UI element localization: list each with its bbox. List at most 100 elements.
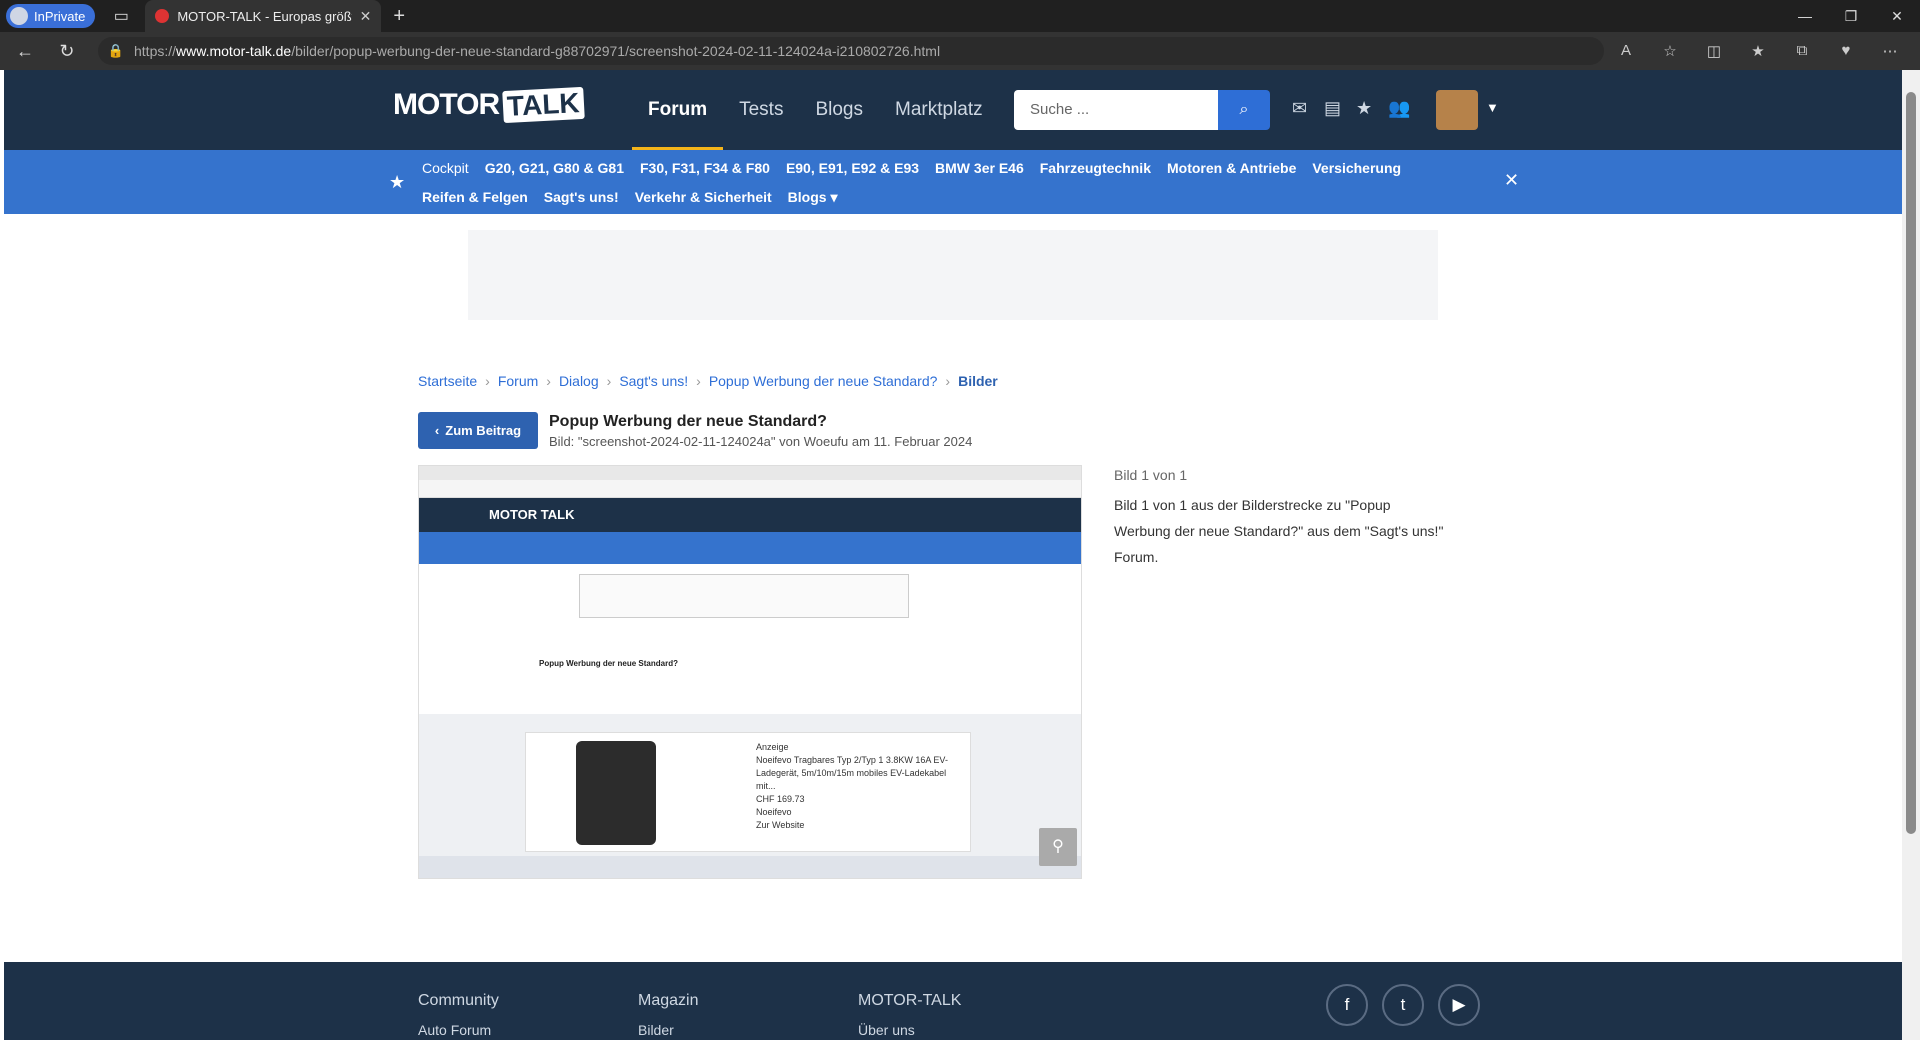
preview-banner-ad bbox=[579, 574, 909, 618]
subnav-item[interactable]: G20, G21, G80 & G81 bbox=[485, 154, 624, 183]
footer-link[interactable]: Über uns bbox=[858, 1022, 915, 1038]
subnav-item[interactable]: Motoren & Antriebe bbox=[1167, 154, 1296, 183]
image-description: Bild 1 von 1 aus der Bilderstrecke zu "P… bbox=[1114, 497, 1444, 565]
preview-logo: MOTOR TALK bbox=[489, 507, 575, 522]
user-avatar[interactable] bbox=[1436, 90, 1478, 130]
page-subtitle: Bild: "screenshot-2024-02-11-124024a" vo… bbox=[549, 434, 973, 449]
back-to-post-button[interactable]: ‹ Zum Beitrag bbox=[418, 412, 538, 449]
breadcrumb-item[interactable]: Sagt's uns! bbox=[619, 373, 688, 389]
site-header: MOTOR TALK Forum Tests Blogs Marktplatz S… bbox=[4, 70, 1902, 150]
breadcrumb-item[interactable]: Startseite bbox=[418, 373, 477, 389]
subnav-item-cockpit[interactable]: Cockpit bbox=[422, 154, 469, 183]
scrollbar-thumb[interactable] bbox=[1906, 92, 1916, 834]
back-icon[interactable]: ← bbox=[8, 41, 42, 62]
preview-tabbar bbox=[419, 466, 1081, 480]
footer-link[interactable]: Auto Forum bbox=[418, 1022, 491, 1038]
user-menu-chevron-icon[interactable]: ▼ bbox=[1486, 100, 1499, 115]
notifications-star-icon[interactable]: ★ bbox=[1356, 98, 1374, 119]
breadcrumb-separator: › bbox=[696, 373, 701, 389]
footer-col-magazin: Magazin Bilder bbox=[638, 992, 698, 1038]
url-path: /bilder/popup-werbung-der-neue-standard-… bbox=[291, 43, 941, 59]
preview-taskbar bbox=[419, 856, 1081, 878]
url-field[interactable]: 🔒 https://www.motor-talk.de/bilder/popup-… bbox=[97, 37, 1604, 65]
nav-blogs[interactable]: Blogs bbox=[799, 70, 879, 150]
search-input[interactable]: Suche ... bbox=[1014, 90, 1218, 130]
favorites-icon[interactable]: ★ bbox=[1736, 42, 1780, 60]
read-aloud-icon[interactable]: A bbox=[1604, 42, 1648, 60]
breadcrumb: Startseite › Forum › Dialog › Sagt's uns! › … bbox=[418, 373, 998, 389]
site-footer: Community Auto Forum Magazin Bilder MOTOR-… bbox=[4, 962, 1902, 1040]
tab-actions-icon[interactable]: ▭ bbox=[111, 6, 131, 26]
breadcrumb-item[interactable]: Popup Werbung der neue Standard? bbox=[709, 373, 938, 389]
lock-icon[interactable]: 🔒 bbox=[108, 43, 124, 59]
image-counter: Bild 1 von 1 bbox=[1114, 467, 1188, 483]
chevron-left-icon: ‹ bbox=[434, 423, 440, 438]
minimize-icon[interactable]: — bbox=[1782, 0, 1828, 32]
footer-link[interactable]: Bilder bbox=[638, 1022, 674, 1038]
tab-title: MOTOR-TALK - Europas größte A bbox=[177, 8, 352, 24]
subnav-item[interactable]: Verkehr & Sicherheit bbox=[635, 183, 772, 212]
subnav-item[interactable]: Sagt's uns! bbox=[544, 183, 619, 212]
restore-icon[interactable]: ❐ bbox=[1828, 0, 1874, 32]
nav-tests[interactable]: Tests bbox=[723, 70, 799, 150]
browser-tab-strip: InPrivate ▭ MOTOR-TALK - Europas größte … bbox=[0, 0, 1920, 32]
subnav-item[interactable]: F30, F31, F34 & F80 bbox=[640, 154, 770, 183]
breadcrumb-item[interactable]: Dialog bbox=[559, 373, 599, 389]
extensions-icon[interactable]: ♥ bbox=[1824, 42, 1868, 60]
breadcrumb-current: Bilder bbox=[958, 373, 998, 389]
scrollbar[interactable] bbox=[1902, 70, 1920, 1040]
ad-brand: Noeifevo bbox=[756, 807, 792, 817]
breadcrumb-separator: › bbox=[546, 373, 551, 389]
breadcrumb-separator: › bbox=[485, 373, 490, 389]
charger-product-image bbox=[576, 741, 656, 845]
favorites-star-icon[interactable]: ★ bbox=[389, 172, 405, 193]
web-page: MOTOR TALK Forum Tests Blogs Marktplatz S… bbox=[4, 70, 1902, 1040]
site-logo[interactable]: MOTOR TALK bbox=[393, 86, 585, 124]
more-icon[interactable]: ⋯ bbox=[1868, 42, 1912, 60]
nav-marktplatz[interactable]: Marktplatz bbox=[879, 70, 999, 150]
subnav-item[interactable]: Reifen & Felgen bbox=[422, 183, 528, 212]
ad-price: CHF 169.73 bbox=[756, 794, 805, 804]
nav-forum[interactable]: Forum bbox=[632, 70, 724, 150]
new-tab-icon[interactable]: + bbox=[393, 5, 405, 28]
inprivate-badge[interactable]: InPrivate bbox=[6, 4, 96, 28]
close-tab-icon[interactable]: ✕ bbox=[360, 8, 372, 25]
twitter-icon[interactable]: t bbox=[1382, 984, 1424, 1026]
youtube-icon[interactable]: ▶ bbox=[1438, 984, 1480, 1026]
favorite-star-icon[interactable]: ☆ bbox=[1648, 42, 1692, 60]
ad-text: Noeifevo Tragbares Typ 2/Typ 1 3.8KW 16A… bbox=[756, 755, 948, 791]
close-window-icon[interactable]: ✕ bbox=[1874, 0, 1920, 32]
subnav-item[interactable]: BMW 3er E46 bbox=[935, 154, 1024, 183]
subnav-item[interactable]: Versicherung bbox=[1312, 154, 1401, 183]
subnav-item-blogs[interactable]: Blogs ▾ bbox=[788, 183, 838, 212]
subnav-blogs-label: Blogs bbox=[787, 189, 827, 205]
footer-col-title: MOTOR-TALK bbox=[858, 992, 962, 1009]
breadcrumb-item[interactable]: Forum bbox=[498, 373, 538, 389]
back-label: Zum Beitrag bbox=[445, 423, 522, 438]
close-subnav-icon[interactable]: ✕ bbox=[1504, 170, 1519, 191]
sub-nav: ★ Cockpit G20, G21, G80 & G81 F30, F31, … bbox=[4, 150, 1902, 214]
url-prefix: https:// bbox=[134, 43, 177, 59]
preview-header: MOTOR TALK bbox=[419, 498, 1081, 532]
browser-tab[interactable]: MOTOR-TALK - Europas größte A ✕ bbox=[145, 0, 382, 32]
footer-col-community: Community Auto Forum bbox=[418, 992, 499, 1038]
clipboard-icon[interactable]: ▤ bbox=[1324, 98, 1342, 119]
refresh-icon[interactable]: ↻ bbox=[50, 41, 84, 62]
zoom-icon[interactable]: ⚲ bbox=[1039, 828, 1077, 866]
search-button[interactable]: ⌕ bbox=[1218, 90, 1270, 130]
preview-popup-ad: Anzeige Noeifevo Tragbares Typ 2/Typ 1 3.… bbox=[525, 732, 971, 852]
inprivate-label: InPrivate bbox=[34, 8, 86, 24]
favicon-icon bbox=[155, 9, 170, 23]
subnav-item[interactable]: Fahrzeugtechnik bbox=[1040, 154, 1151, 183]
facebook-icon[interactable]: f bbox=[1326, 984, 1368, 1026]
split-screen-icon[interactable]: ◫ bbox=[1692, 42, 1736, 60]
friends-icon[interactable]: 👥 bbox=[1388, 98, 1410, 119]
mail-icon[interactable]: ✉ bbox=[1292, 98, 1310, 119]
subnav-item[interactable]: E90, E91, E92 & E93 bbox=[786, 154, 919, 183]
chevron-down-icon: ▾ bbox=[830, 189, 838, 205]
image-preview[interactable]: MOTOR TALK Popup Werbung der neue Standa… bbox=[418, 465, 1082, 879]
collections-icon[interactable]: ⧉ bbox=[1780, 42, 1824, 60]
ad-label: Anzeige bbox=[756, 742, 789, 752]
logo-talk: TALK bbox=[502, 86, 585, 124]
search-icon: ⌕ bbox=[1239, 101, 1249, 118]
